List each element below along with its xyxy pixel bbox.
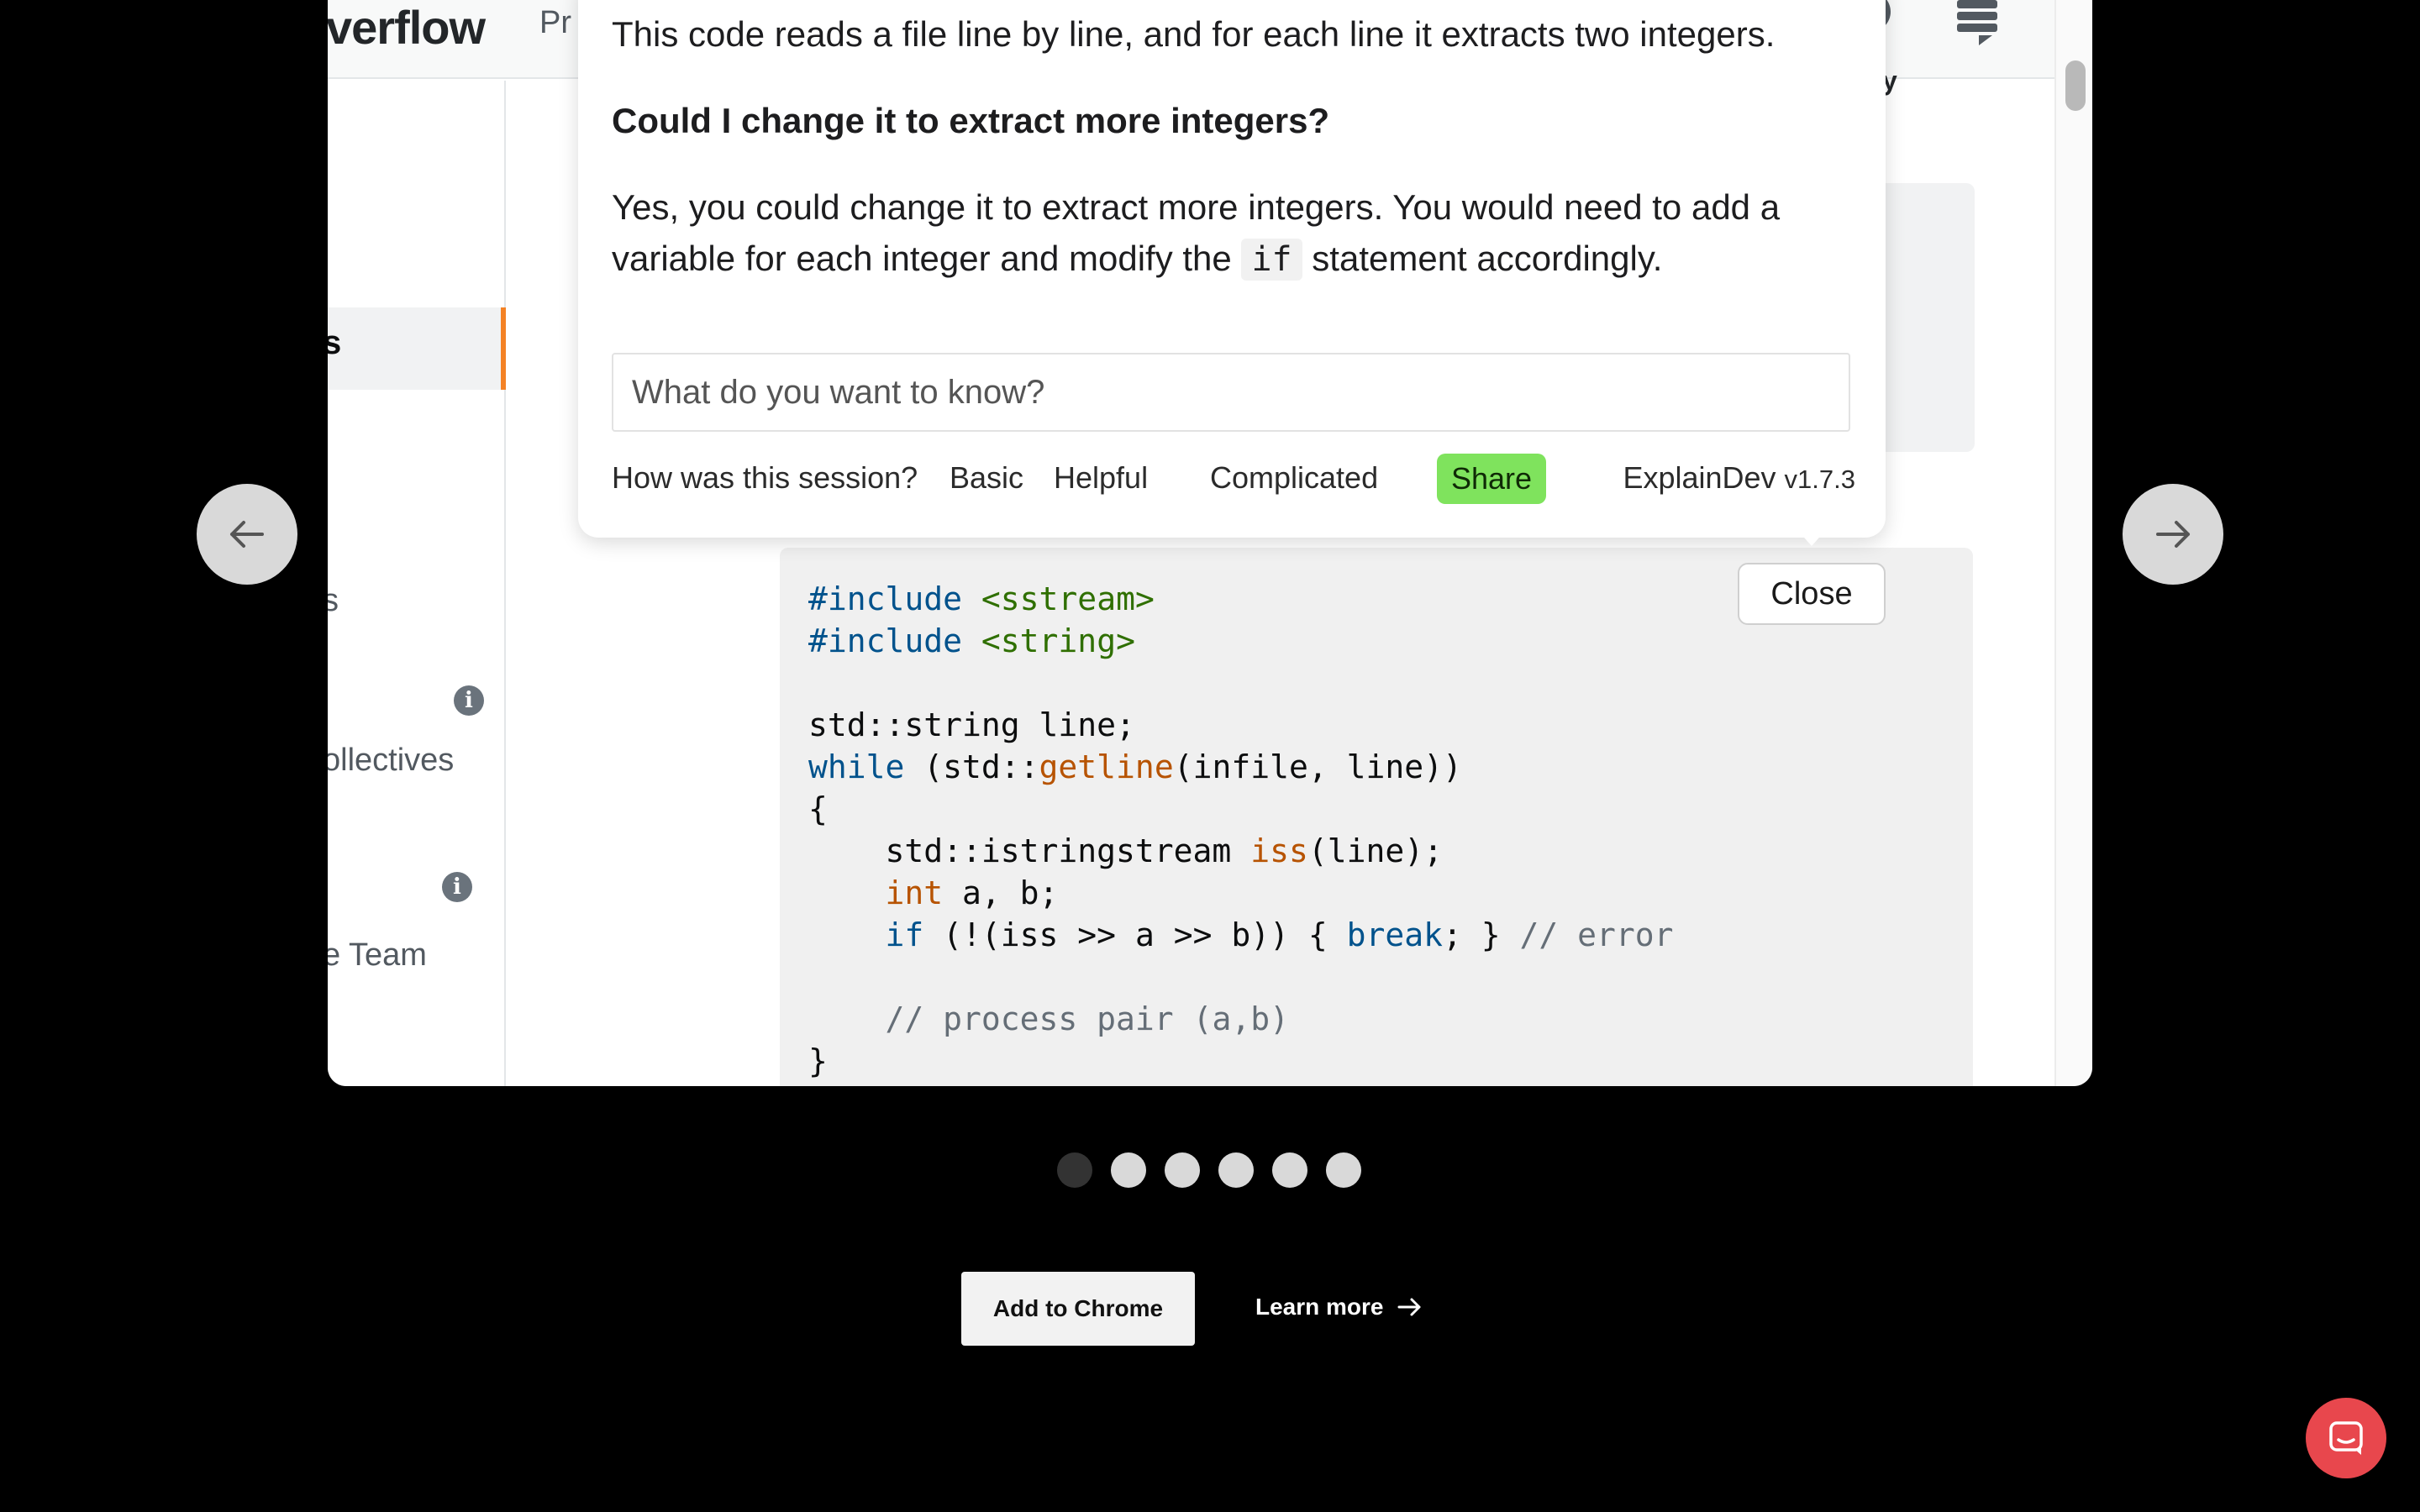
- so-logo: verflow: [328, 1, 486, 54]
- scrollbar-track: [2054, 0, 2092, 1086]
- brand-label: ExplainDev v1.7.3: [1623, 460, 1855, 495]
- code-line: // process pair (a,b): [885, 1000, 1289, 1037]
- code-line: #include <string>: [808, 622, 1135, 659]
- so-products-link: Pr: [539, 5, 571, 40]
- next-slide-button[interactable]: [2123, 484, 2223, 585]
- sidebar-item-collectives: ollectives: [328, 743, 455, 778]
- question-input[interactable]: [612, 353, 1850, 432]
- stack-exchange-icon: [1957, 0, 1997, 45]
- close-button[interactable]: Close: [1738, 563, 1886, 625]
- explain-popup: This code reads a file line by line, and…: [578, 0, 1886, 538]
- arrow-left-icon: [230, 521, 264, 548]
- carousel-dot[interactable]: [1272, 1152, 1307, 1188]
- chat-icon: [2329, 1421, 2363, 1455]
- sidebar-item-label: s: [328, 583, 339, 618]
- carousel-dot[interactable]: [1326, 1152, 1361, 1188]
- sidebar-item-active: s: [328, 307, 506, 390]
- info-icon: i: [442, 872, 472, 902]
- sidebar-item-label: s: [328, 324, 342, 361]
- code-line: if (!(iss >> a >> b)) { break; } // erro…: [885, 916, 1674, 953]
- code-line: while (std::getline(infile, line)): [808, 748, 1462, 785]
- code-line: }: [808, 1042, 828, 1079]
- code-line: #include <sstream>: [808, 580, 1155, 617]
- popup-answer-line2: variable for each integer and modify the…: [612, 239, 1663, 281]
- arrow-right-icon: [1397, 1298, 1420, 1316]
- version-label: v1.7.3: [1784, 465, 1855, 494]
- feedback-basic-button[interactable]: Basic: [950, 460, 1023, 496]
- add-to-chrome-button[interactable]: Add to Chrome: [961, 1272, 1195, 1346]
- popup-intro-text: This code reads a file line by line, and…: [612, 14, 1776, 54]
- code-line: int a, b;: [885, 874, 1059, 911]
- code-block: #include <sstream> #include <string> std…: [780, 548, 1973, 1086]
- popup-question: Could I change it to extract more intege…: [612, 101, 1330, 140]
- feedback-label: How was this session?: [612, 460, 918, 495]
- learn-more-link[interactable]: Learn more: [1255, 1294, 1423, 1320]
- sidebar-item-team: e Team: [328, 937, 427, 973]
- so-sidebar: s s i ollectives i e Team: [328, 81, 506, 1086]
- info-icon: i: [454, 685, 484, 716]
- learn-more-label: Learn more: [1255, 1294, 1384, 1320]
- share-button[interactable]: Share: [1437, 454, 1546, 504]
- carousel-dot[interactable]: [1218, 1152, 1254, 1188]
- carousel-dot[interactable]: [1111, 1152, 1146, 1188]
- carousel-dot[interactable]: [1165, 1152, 1200, 1188]
- arrow-right-icon: [2156, 521, 2190, 548]
- feedback-complicated-button[interactable]: Complicated: [1210, 460, 1378, 496]
- code-line: std::string line;: [808, 706, 1135, 743]
- popup-answer-line1: Yes, you could change it to extract more…: [612, 187, 1781, 227]
- popup-pointer: [1798, 531, 1825, 546]
- stage: verflow Pr y s s i ollectives i e Team #…: [0, 0, 2420, 1512]
- support-chat-button[interactable]: [2306, 1398, 2386, 1478]
- feedback-helpful-button[interactable]: Helpful: [1054, 460, 1148, 496]
- carousel-dot[interactable]: [1057, 1152, 1092, 1188]
- previous-slide-button[interactable]: [197, 484, 297, 585]
- code-line: std::istringstream iss(line);: [808, 832, 1444, 869]
- feedback-bar: How was this session? Basic Helpful Comp…: [612, 454, 1855, 504]
- scrollbar-thumb: [2065, 60, 2086, 111]
- inline-code: if: [1241, 239, 1302, 281]
- code-line: {: [808, 790, 828, 827]
